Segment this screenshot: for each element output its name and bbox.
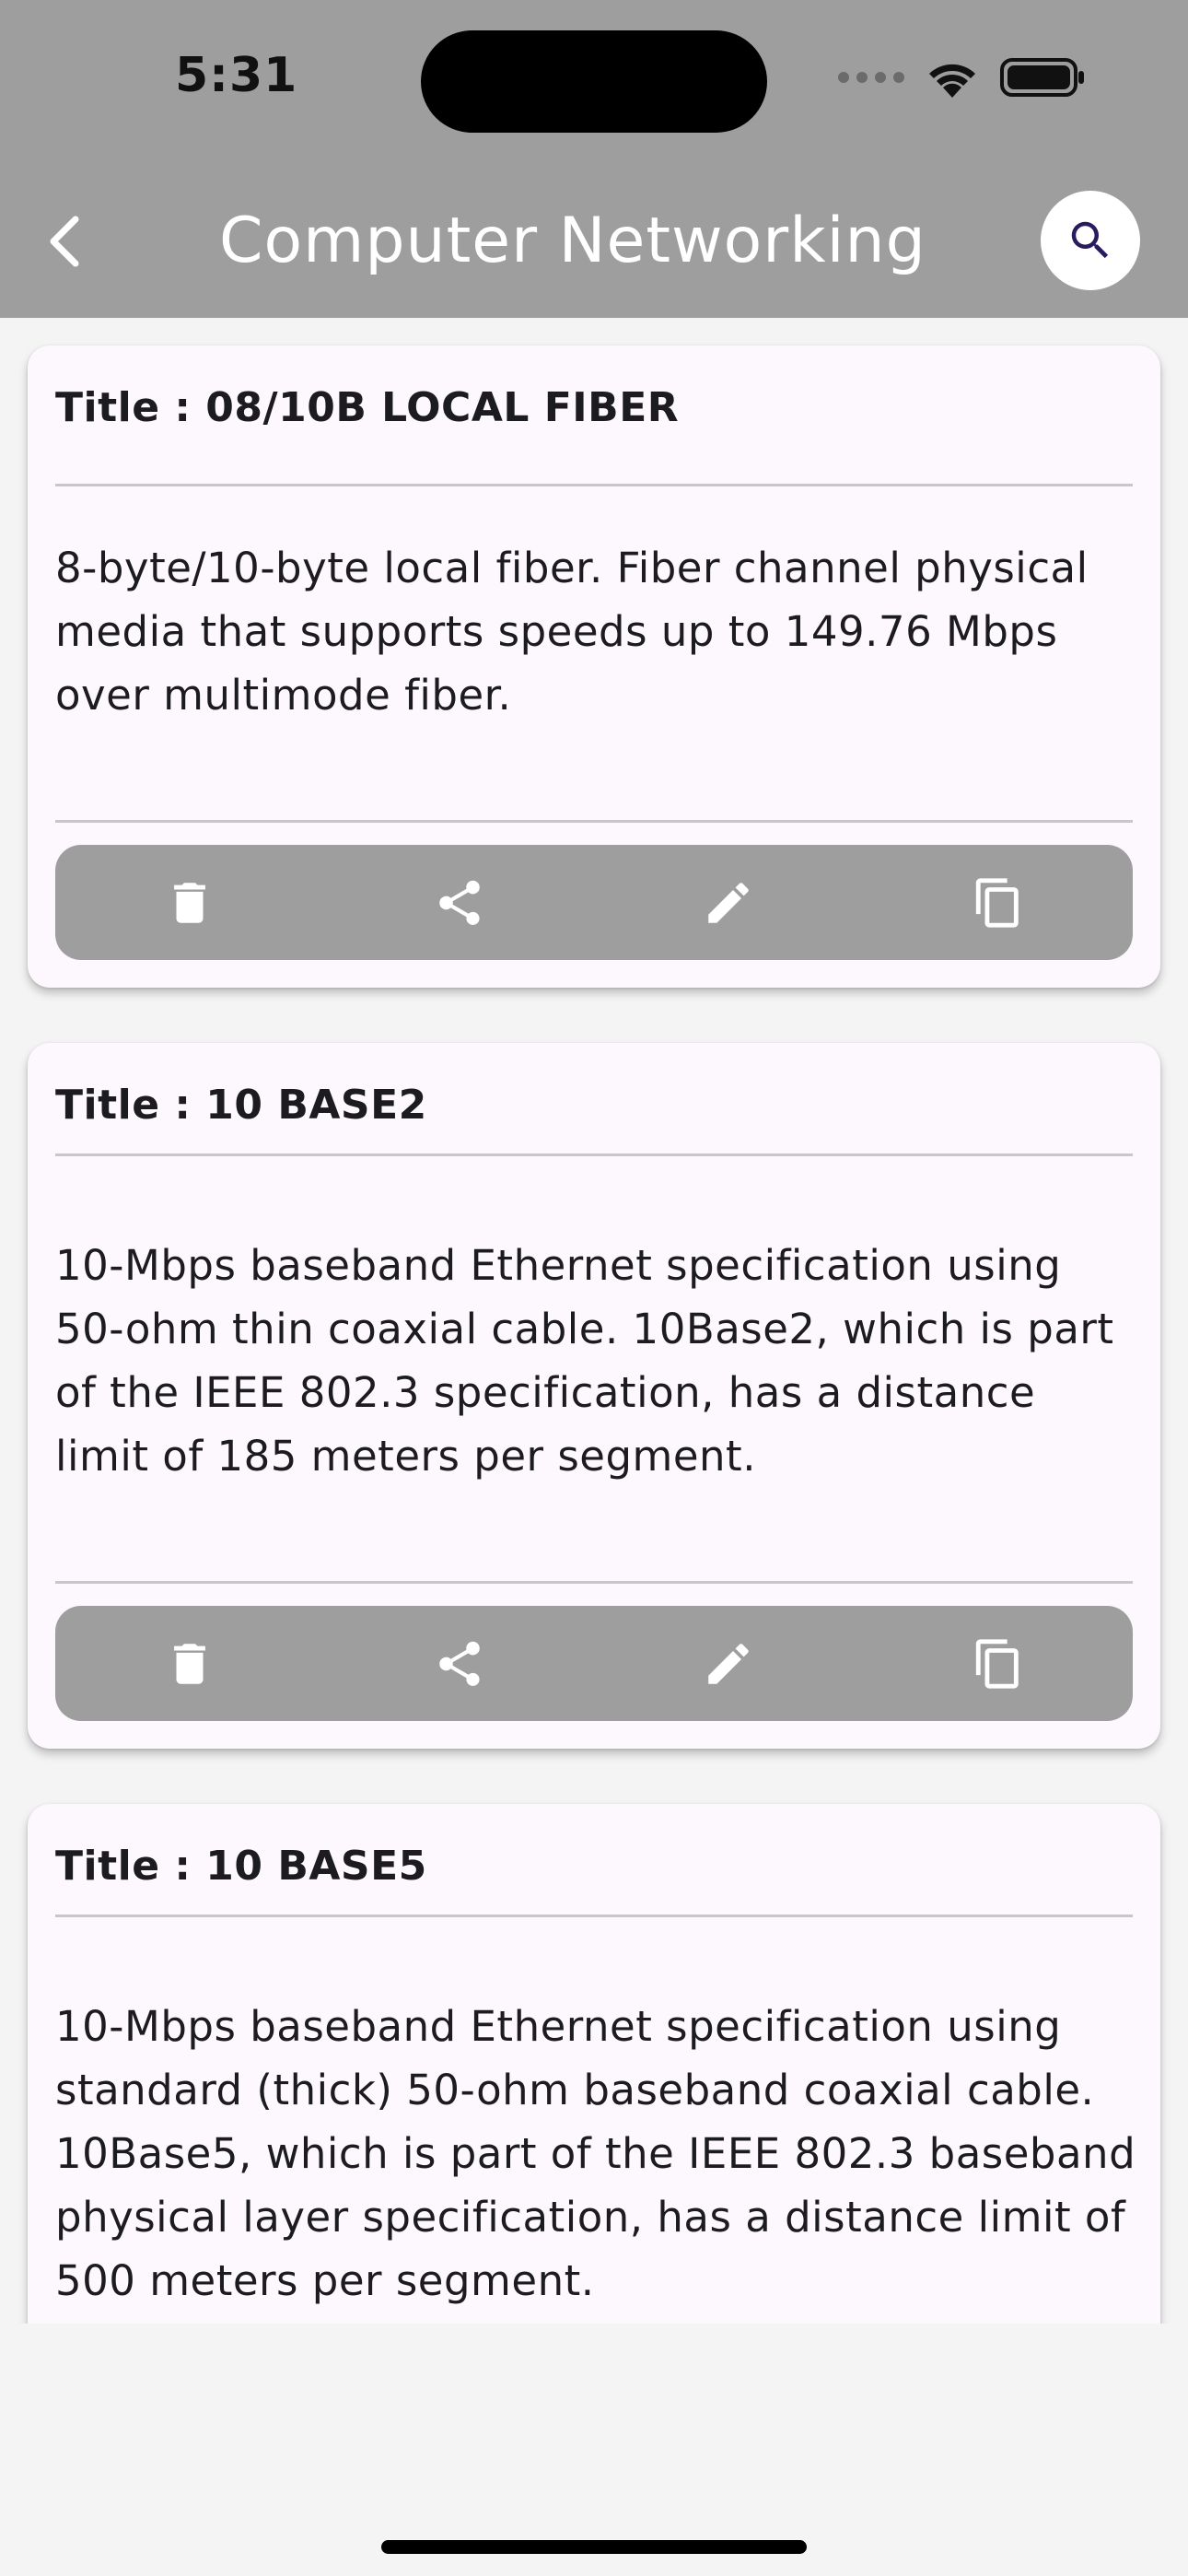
- divider: [55, 1153, 1133, 1156]
- status-time: 5:31: [175, 48, 298, 103]
- entry-card: Title : 10 BASE2 10-Mbps baseband Ethern…: [28, 1043, 1160, 1749]
- delete-icon: [174, 1643, 206, 1684]
- entry-description: 10-Mbps baseband Ethernet specification …: [55, 1241, 1114, 1481]
- divider: [55, 1581, 1133, 1584]
- entry-list[interactable]: Title : 08/10B LOCAL FIBER 8-byte/10-byt…: [0, 318, 1188, 2324]
- chevron-left-icon: [50, 216, 79, 267]
- back-button[interactable]: [37, 205, 92, 278]
- entry-title: Title : 10 BASE5: [55, 1843, 427, 1890]
- delete-button[interactable]: [134, 1618, 245, 1710]
- entry-card: Title : 10 BASE5 10-Mbps baseband Ethern…: [28, 1804, 1160, 2324]
- delete-icon: [174, 882, 206, 923]
- copy-button[interactable]: [943, 1618, 1054, 1710]
- action-bar: [55, 845, 1133, 960]
- divider: [55, 1914, 1133, 1917]
- entry-description: 10-Mbps baseband Ethernet specification …: [55, 2002, 1136, 2305]
- app-bar: 5:31 Computer Networking ...: [0, 0, 1188, 318]
- share-button[interactable]: [404, 1618, 515, 1710]
- share-icon: [438, 1641, 480, 1686]
- edit-icon: [708, 882, 750, 923]
- share-icon: [438, 880, 480, 925]
- dynamic-island: [421, 30, 767, 133]
- search-icon: [1071, 221, 1109, 259]
- edit-button[interactable]: [673, 857, 784, 949]
- cellular-signal-icon: [838, 72, 904, 83]
- delete-button[interactable]: [134, 857, 245, 949]
- entry-title: Title : 10 BASE2: [55, 1082, 427, 1129]
- page-title: Computer Networking ...: [219, 205, 947, 277]
- copy-icon: [975, 877, 1019, 928]
- wifi-icon: [929, 64, 975, 98]
- search-button[interactable]: [1041, 191, 1140, 290]
- edit-button[interactable]: [673, 1618, 784, 1710]
- home-indicator[interactable]: [381, 2540, 807, 2554]
- entry-title: Title : 08/10B LOCAL FIBER: [55, 384, 680, 431]
- screen: 5:31 Computer Networking ... Title: 08/…: [0, 0, 1188, 2576]
- battery-icon: [1000, 58, 1084, 97]
- copy-button[interactable]: [943, 857, 1054, 949]
- entry-card: Title : 08/10B LOCAL FIBER 8-byte/10-byt…: [28, 345, 1160, 988]
- share-button[interactable]: [404, 857, 515, 949]
- entry-description: 8-byte/10-byte local fiber. Fiber channe…: [55, 544, 1089, 720]
- divider: [55, 820, 1133, 823]
- edit-icon: [708, 1643, 750, 1684]
- status-icons: [838, 57, 1085, 98]
- divider: [55, 484, 1133, 486]
- copy-icon: [975, 1638, 1019, 1689]
- action-bar: [55, 1606, 1133, 1721]
